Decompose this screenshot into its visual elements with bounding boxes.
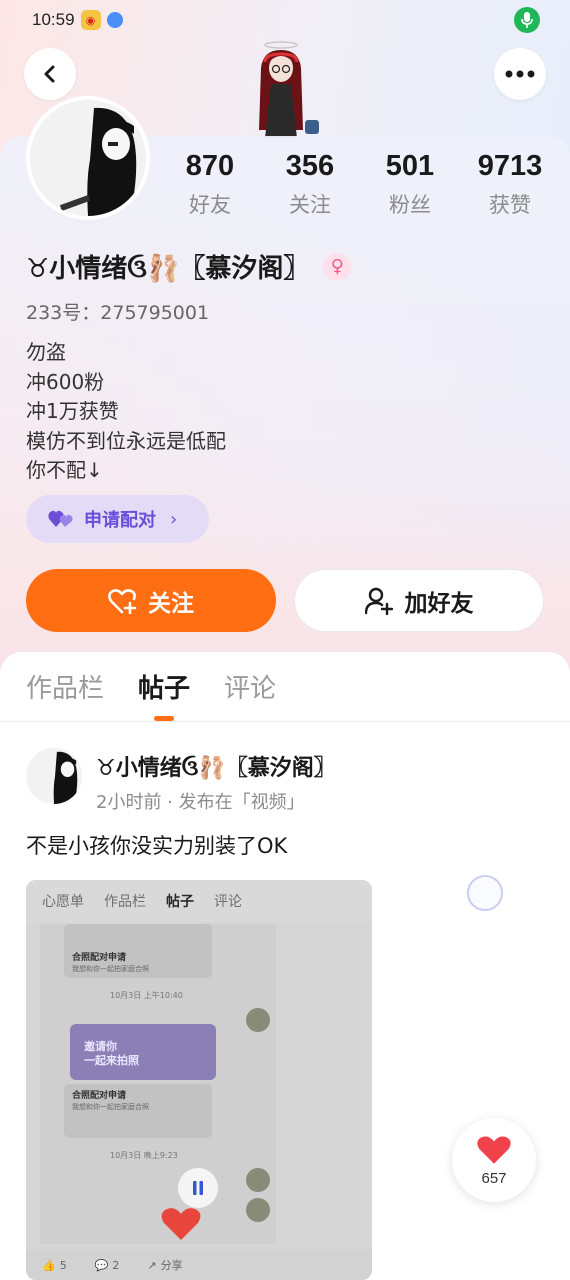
video-tab: 评论 [214, 894, 242, 910]
user-id[interactable]: 233号：275795001 [26, 298, 209, 325]
stat-label: 好友 [189, 193, 231, 217]
video-card: 合照配对申请 我想和你一起拍家庭合照 [64, 1084, 212, 1138]
video-like: 👍 5 [42, 1258, 67, 1272]
video-card-sub: 我想和你一起拍家庭合照 [72, 965, 149, 973]
apply-pair-button[interactable]: 申请配对 › [26, 495, 209, 543]
bio-line: 勿盗 [26, 340, 66, 364]
stat-value: 501 [385, 150, 435, 182]
video-like-count: 5 [59, 1258, 67, 1272]
video-tab: 心愿单 [42, 894, 84, 910]
stat-value: 9713 [477, 150, 543, 182]
status-time: 10:59 [32, 10, 75, 29]
character-figure [245, 38, 335, 138]
chevron-right-icon: › [170, 508, 178, 530]
video-card-title: 合照配对申请 [72, 1091, 127, 1101]
video-card-sub: 我想和你一起拍家庭合照 [72, 1103, 149, 1111]
video-invite-banner: 邀请你 一起来拍照 [70, 1024, 216, 1080]
browser-icon [106, 12, 123, 28]
tab-divider [0, 721, 570, 722]
video-mini-avatar [246, 1008, 270, 1032]
video-comment-count: 2 [112, 1258, 120, 1272]
post-video[interactable]: 心愿单 作品栏 帖子 评论 合照配对申请 我想和你一起拍家庭合照 10月3日 上… [26, 880, 372, 1280]
video-card-title: 合照配对申请 [72, 953, 127, 963]
chevron-left-icon [44, 65, 55, 83]
post-meta: 2小时前 · 发布在「视频」 [96, 792, 305, 813]
heart-icon [477, 1135, 511, 1164]
profile-stats: 870 好友 356 关注 501 粉丝 9713 获赞 [160, 150, 560, 219]
pause-button[interactable] [178, 1168, 218, 1208]
bio-line: 模仿不到位永远是低配 [26, 428, 226, 453]
profile-avatar[interactable] [26, 96, 150, 220]
follow-label: 关注 [148, 590, 194, 617]
stat-fans[interactable]: 501 粉丝 [360, 150, 460, 219]
video-card: 合照配对申请 我想和你一起拍家庭合照 [64, 924, 212, 978]
video-share-label: 分享 [160, 1259, 183, 1272]
stat-following[interactable]: 356 关注 [260, 150, 360, 219]
stat-label: 关注 [289, 193, 331, 217]
weibo-icon: ◉ [80, 10, 101, 30]
video-action-bar: 👍 5 💬 2 ↗ 分享 [26, 1250, 372, 1280]
profile-tabs: 作品栏 帖子 评论 [26, 668, 310, 721]
microphone-icon [514, 7, 540, 33]
bio-line: 你不配↓ [26, 458, 103, 482]
bio: 勿盗 冲600粉 冲1万获赞 模仿不到位永远是低配 你不配↓ [26, 338, 226, 486]
video-screen-tabs: 心愿单 作品栏 帖子 评论 [26, 880, 372, 922]
video-tab: 帖子 [166, 894, 194, 910]
post-author-name[interactable]: ♉小情绪ઉ🩰〖慕汐阁〗 [96, 750, 336, 782]
status-bar: 10:59 ◉ [0, 0, 570, 40]
video-mini-avatar [246, 1168, 270, 1192]
video-mini-avatar [246, 1198, 270, 1222]
video-banner-text: 邀请你 一起来拍照 [84, 1040, 139, 1068]
like-count: 657 [481, 1169, 507, 1187]
follow-button[interactable]: 关注 [26, 569, 276, 632]
stat-likes[interactable]: 9713 获赞 [460, 150, 560, 219]
stat-value: 870 [185, 150, 235, 182]
video-share: ↗ 分享 [147, 1258, 183, 1273]
more-dots-icon [505, 70, 535, 78]
heart-plus-icon [108, 588, 137, 614]
like-button[interactable]: 657 [452, 1118, 536, 1202]
add-friend-button[interactable]: 加好友 [294, 569, 544, 632]
tab-works[interactable]: 作品栏 [26, 668, 104, 705]
video-tab: 作品栏 [104, 894, 146, 910]
back-button[interactable] [24, 48, 76, 100]
bio-line: 冲1万获赞 [26, 399, 119, 423]
pause-icon [193, 1181, 203, 1195]
username: ♉小情绪ઉ🩰〖慕汐阁〗 [26, 254, 310, 284]
video-banner-line: 邀请你 [84, 1040, 117, 1053]
stat-value: 356 [285, 150, 335, 182]
bio-line: 冲600粉 [26, 369, 105, 394]
loading-spinner [467, 875, 503, 911]
video-banner-line: 一起来拍照 [84, 1054, 139, 1067]
tab-comments[interactable]: 评论 [224, 668, 276, 705]
tab-posts[interactable]: 帖子 [138, 668, 191, 721]
video-time: 10月3日 上午10:40 [110, 991, 183, 1000]
more-options-button[interactable] [494, 48, 546, 100]
female-gender-icon: ♀ [323, 252, 352, 281]
add-friend-label: 加好友 [404, 590, 474, 617]
stat-label: 粉丝 [389, 193, 431, 217]
hearts-icon [48, 510, 73, 527]
post-text[interactable]: 不是小孩你没实力别装了OK [26, 830, 287, 860]
video-comment: 💬 2 [94, 1258, 120, 1272]
tab-posts-label: 帖子 [138, 674, 191, 704]
stat-label: 获赞 [489, 193, 531, 217]
post-author-avatar[interactable] [26, 748, 82, 804]
username-row: ♉小情绪ઉ🩰〖慕汐阁〗 ♀ [26, 248, 352, 285]
apply-pair-label: 申请配对 [84, 510, 156, 531]
add-user-icon [364, 587, 393, 615]
heart-icon [161, 1208, 201, 1240]
video-screen: 合照配对申请 我想和你一起拍家庭合照 10月3日 上午10:40 邀请你 一起来… [40, 924, 276, 1244]
stat-friends[interactable]: 870 好友 [160, 150, 260, 219]
video-time: 10月3日 晚上9:23 [110, 1151, 178, 1160]
